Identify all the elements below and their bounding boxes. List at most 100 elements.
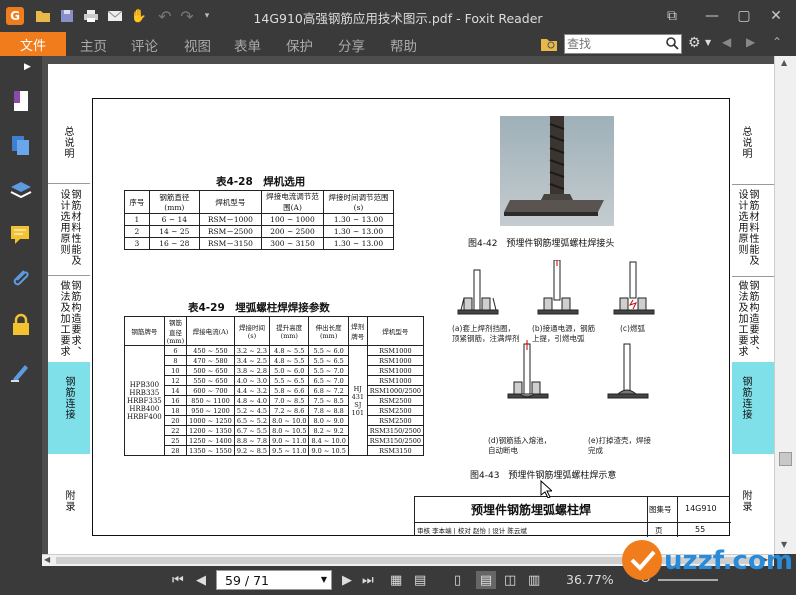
table-cell: 950 ~ 1200 <box>186 405 235 416</box>
table-cell: HJ 431 SJ 101 <box>347 345 368 456</box>
table-cell: 8.4 ~ 10.0 <box>308 435 349 446</box>
tab-view[interactable]: 视图 <box>184 35 211 55</box>
next-page-icon[interactable]: ▶ <box>342 571 352 589</box>
table-cell: 4.8 ~ 5.5 <box>269 355 310 366</box>
page-number-input[interactable]: 59 / 71 ▼ <box>216 570 332 590</box>
table-cell: 16 ~ 28 <box>148 237 200 250</box>
mouse-cursor-icon <box>540 479 554 501</box>
file-tab[interactable]: 文件 <box>0 32 66 56</box>
table-cell: 1.30 ~ 13.00 <box>323 237 394 250</box>
table-row: 10 500 ~ 650 3.8 ~ 2.8 5.0 ~ 6.0 5.5 ~ 7.0 RS… <box>125 365 425 376</box>
watermark-text: uzzf.com <box>664 546 793 576</box>
signature-icon[interactable] <box>8 358 34 384</box>
table-cell: RSM－1000 <box>198 213 263 226</box>
table-cell: 焊剂牌号 <box>347 316 368 346</box>
right-tab-detailing[interactable]: 钢筋构造要求、做法及加工要求 <box>736 280 758 364</box>
table-cell: 焊机型号 <box>366 316 425 346</box>
pages-icon[interactable] <box>8 132 34 158</box>
gear-dropdown-icon[interactable]: ▼ <box>705 38 711 47</box>
continuous-icon[interactable]: ▤ <box>476 571 496 589</box>
left-tab-materials[interactable]: 钢筋材料性能及设计选用原则 <box>58 189 80 273</box>
close-icon[interactable]: ✕ <box>764 5 788 27</box>
prev-result-icon[interactable]: ◀ <box>722 35 731 49</box>
search-input[interactable] <box>565 35 663 53</box>
comments-icon[interactable] <box>8 222 34 248</box>
table-cell: 600 ~ 700 <box>186 385 235 396</box>
scroll-left-icon[interactable]: ◀ <box>44 555 50 564</box>
expand-panel-icon[interactable]: ▶ <box>24 62 31 72</box>
table-cell: 伸出长度(mm) <box>308 316 349 346</box>
table-row: 2 14 ~ 25 RSM－2500 200 ~ 2500 1.30 ~ 13.00 <box>124 225 394 238</box>
scroll-thumb[interactable] <box>779 452 792 466</box>
gear-icon[interactable]: ⚙ <box>688 35 701 51</box>
right-tab-connection-active <box>732 362 774 454</box>
search-icon[interactable] <box>665 36 679 53</box>
navigation-panel: ▶ <box>0 56 42 566</box>
thumbnail-icon[interactable]: ▦ <box>390 571 402 589</box>
extract-icon[interactable]: ▤ <box>414 571 426 589</box>
table-cell: 9.5 ~ 11.0 <box>269 445 310 456</box>
bookmark-icon[interactable] <box>8 88 34 114</box>
table-cell: 500 ~ 650 <box>186 365 235 376</box>
tab-comment[interactable]: 评论 <box>131 35 158 55</box>
table-cell: 20 <box>163 415 188 426</box>
left-index: 总说明 钢筋材料性能及设计选用原则 钢筋构造要求、做法及加工要求 钢筋连接 附录 <box>48 100 90 520</box>
table-cell: 钢筋直径(mm) <box>148 190 200 214</box>
security-icon[interactable] <box>8 312 34 338</box>
first-page-icon[interactable]: ⏮ <box>172 571 184 589</box>
step-e-drawing <box>607 343 649 399</box>
right-tab-materials[interactable]: 钢筋材料性能及设计选用原则 <box>736 189 758 273</box>
facing-icon[interactable]: ◫ <box>504 571 516 589</box>
table-cell: RSM2500 <box>366 415 425 426</box>
right-tab-connection[interactable]: 钢筋连接 <box>740 376 751 420</box>
table-cell: 850 ~ 1100 <box>186 395 235 406</box>
tab-protect[interactable]: 保护 <box>286 35 313 55</box>
right-tab-appendix[interactable]: 附录 <box>740 490 751 512</box>
zoom-level[interactable]: 36.77% <box>566 572 614 587</box>
maximize-icon[interactable]: ▢ <box>732 5 756 27</box>
left-tab-appendix[interactable]: 附录 <box>63 490 74 512</box>
left-tab-general[interactable]: 总说明 <box>62 126 73 159</box>
continuous-facing-icon[interactable]: ▥ <box>528 571 540 589</box>
review-row: 审核 李本端 | 校对 赵怡 | 设计 陈云斌 <box>417 527 527 535</box>
table-cell: 序号 <box>124 190 150 214</box>
fig42-caption: 图4-42 预埋件钢筋埋弧螺柱焊接头 <box>468 239 615 249</box>
right-tab-general[interactable]: 总说明 <box>740 126 751 159</box>
attachments-icon[interactable] <box>8 266 34 292</box>
uzzf-watermark: uzzf.com <box>616 518 793 590</box>
tab-share[interactable]: 分享 <box>338 35 365 55</box>
table-cell: 12 <box>163 375 188 386</box>
tab-form[interactable]: 表单 <box>234 35 261 55</box>
left-tab-connection[interactable]: 钢筋连接 <box>63 376 74 420</box>
document-view[interactable]: 总说明 钢筋材料性能及设计选用原则 钢筋构造要求、做法及加工要求 钢筋连接 附录… <box>42 56 774 554</box>
ribbon-collapse-icon[interactable]: ⌃ <box>772 35 782 49</box>
table-cell: RSM3150 <box>366 445 425 456</box>
table-cell: 1.30 ~ 13.00 <box>323 225 394 238</box>
scroll-up-icon[interactable]: ▲ <box>781 58 787 67</box>
table-cell: 1250 ~ 1400 <box>186 435 235 446</box>
layers-icon[interactable] <box>8 178 34 204</box>
minimize-icon[interactable]: — <box>700 5 724 27</box>
table-row: 25 1250 ~ 1400 8.8 ~ 7.8 9.0 ~ 11.0 8.4 ~ 10… <box>125 435 425 446</box>
find-toolbar-icon[interactable] <box>540 36 558 52</box>
table-row: 16 850 ~ 1100 4.8 ~ 4.0 7.0 ~ 8.5 7.5 ~ 8.5 R… <box>125 395 425 406</box>
tab-home[interactable]: 主页 <box>80 35 107 55</box>
table-cell: 8.0 ~ 10.0 <box>269 415 310 426</box>
next-result-icon[interactable]: ▶ <box>746 35 755 49</box>
prev-page-icon[interactable]: ◀ <box>196 571 206 589</box>
table-cell: RSM－3150 <box>198 237 263 250</box>
restore-icon[interactable]: ⧉ <box>660 5 684 27</box>
table-cell: 焊接电流调节范围(A) <box>261 190 324 214</box>
last-page-icon[interactable]: ⏭ <box>362 571 374 589</box>
table-cell: 5.8 ~ 6.6 <box>269 385 310 396</box>
table-cell: 6.8 ~ 7.2 <box>308 385 349 396</box>
table-cell: 6 ~ 14 <box>148 213 200 226</box>
table-cell: 14 <box>163 385 188 396</box>
single-page-icon[interactable]: ▯ <box>454 571 461 589</box>
step-e-text: (e)打掉渣壳，焊接完成 <box>588 436 651 455</box>
vertical-scrollbar[interactable]: ▲ ▼ <box>774 56 796 554</box>
left-tab-detailing[interactable]: 钢筋构造要求、做法及加工要求 <box>58 280 80 364</box>
page-dropdown-icon[interactable]: ▼ <box>321 575 327 584</box>
step-c-drawing <box>613 261 655 315</box>
tab-help[interactable]: 帮助 <box>390 35 417 55</box>
